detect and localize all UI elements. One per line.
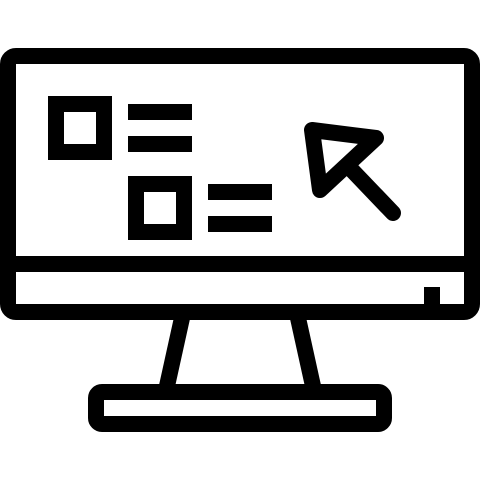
power-indicator-icon: [424, 287, 440, 305]
monitor-stand-icon: [290, 316, 321, 388]
checkbox-icon: [48, 96, 112, 160]
desktop-computer-icon: [0, 48, 480, 432]
monitor-base-icon: [88, 384, 392, 432]
checkbox-icon: [128, 176, 192, 240]
canvas: [0, 0, 480, 480]
monitor-stand-icon: [159, 316, 190, 388]
mouse-cursor-icon: [340, 158, 401, 221]
